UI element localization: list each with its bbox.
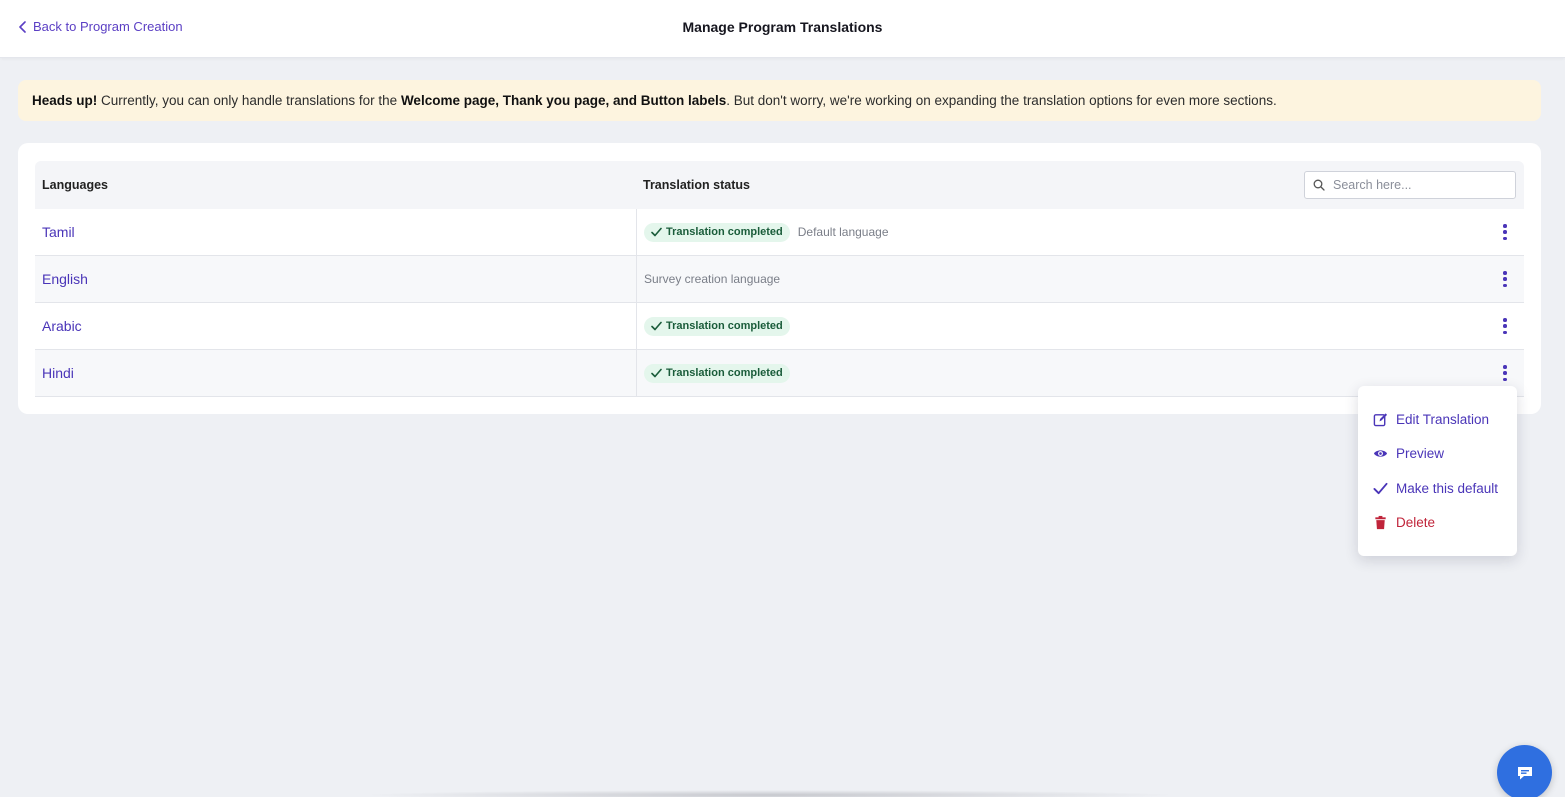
- check-icon: [651, 321, 662, 331]
- heads-up-banner: Heads up! Currently, you can only handle…: [18, 80, 1541, 121]
- status-badge-label: Translation completed: [666, 226, 783, 238]
- column-header-translation-status: Translation status: [643, 178, 750, 192]
- status-badge: Translation completed: [644, 316, 790, 336]
- table-row: English Survey creation language: [35, 256, 1524, 303]
- kebab-dot: [1503, 271, 1507, 275]
- trash-icon: [1375, 516, 1386, 530]
- table-row: Arabic Translation completed: [35, 303, 1524, 350]
- menu-item-make-default[interactable]: Make this default: [1358, 471, 1517, 506]
- chat-support-button[interactable]: [1497, 745, 1552, 797]
- kebab-dot: [1503, 324, 1507, 328]
- row-actions-dropdown: Edit Translation Preview Make this defau…: [1358, 386, 1517, 556]
- table-row: Hindi Translation completed: [35, 350, 1524, 397]
- search-input[interactable]: [1333, 178, 1503, 192]
- bottom-edge-shadow: [360, 790, 1180, 797]
- menu-item-label: Delete: [1396, 515, 1436, 531]
- row-actions-menu-button[interactable]: [1498, 270, 1512, 288]
- row-actions-menu-button[interactable]: [1498, 223, 1512, 241]
- search-icon: [1313, 179, 1325, 191]
- menu-item-label: Edit Translation: [1396, 411, 1490, 427]
- search-box: [1304, 171, 1516, 199]
- table-header: Languages Translation status: [35, 161, 1524, 209]
- language-name[interactable]: Tamil: [35, 209, 636, 255]
- status-badge: Translation completed: [644, 222, 790, 242]
- status-note: Survey creation language: [644, 272, 781, 286]
- language-name[interactable]: English: [35, 256, 636, 302]
- language-name[interactable]: Hindi: [35, 350, 636, 396]
- kebab-dot: [1503, 283, 1507, 287]
- status-badge: Translation completed: [644, 363, 790, 383]
- translations-card: Languages Translation status Tamil Trans…: [18, 143, 1541, 414]
- notice-text-before: Currently, you can only handle translati…: [97, 93, 401, 108]
- check-icon: [1373, 482, 1388, 494]
- status-badge-label: Translation completed: [666, 320, 783, 332]
- eye-icon: [1373, 450, 1388, 457]
- edit-icon: [1373, 413, 1388, 427]
- menu-item-label: Preview: [1396, 446, 1445, 462]
- status-note: Default language: [797, 225, 889, 239]
- kebab-dot: [1503, 365, 1507, 369]
- kebab-dot: [1503, 277, 1507, 281]
- kebab-dot: [1503, 230, 1507, 234]
- top-bar: Back to Program Creation Manage Program …: [0, 0, 1565, 58]
- status-badge-label: Translation completed: [666, 367, 783, 379]
- menu-item-delete[interactable]: Delete: [1358, 506, 1517, 541]
- chat-icon: [1517, 766, 1532, 779]
- row-actions-menu-button[interactable]: [1498, 364, 1512, 382]
- notice-highlight: Welcome page, Thank you page, and Button…: [400, 93, 727, 108]
- status-cell: Translation completed: [636, 303, 1524, 349]
- table-row: Tamil Translation completed Default lang…: [35, 209, 1524, 256]
- kebab-dot: [1503, 236, 1507, 240]
- row-actions-menu-button[interactable]: [1498, 317, 1512, 335]
- menu-item-label: Make this default: [1396, 480, 1499, 496]
- column-header-languages: Languages: [42, 178, 108, 192]
- translations-table: Languages Translation status Tamil Trans…: [35, 161, 1524, 397]
- notice-text-after: . But don't worry, we're working on expa…: [726, 93, 1277, 108]
- status-cell: Survey creation language: [636, 256, 1524, 302]
- kebab-dot: [1503, 377, 1507, 381]
- kebab-dot: [1503, 371, 1507, 375]
- check-icon: [651, 227, 662, 237]
- kebab-dot: [1503, 224, 1507, 228]
- kebab-dot: [1503, 318, 1507, 322]
- notice-lead: Heads up!: [32, 93, 98, 108]
- page-title: Manage Program Translations: [682, 19, 883, 35]
- kebab-dot: [1503, 330, 1507, 334]
- language-name[interactable]: Arabic: [35, 303, 636, 349]
- menu-item-edit-translation[interactable]: Edit Translation: [1358, 402, 1517, 437]
- status-cell: Translation completed Default language: [636, 209, 1524, 255]
- menu-item-preview[interactable]: Preview: [1358, 437, 1517, 472]
- check-icon: [651, 368, 662, 378]
